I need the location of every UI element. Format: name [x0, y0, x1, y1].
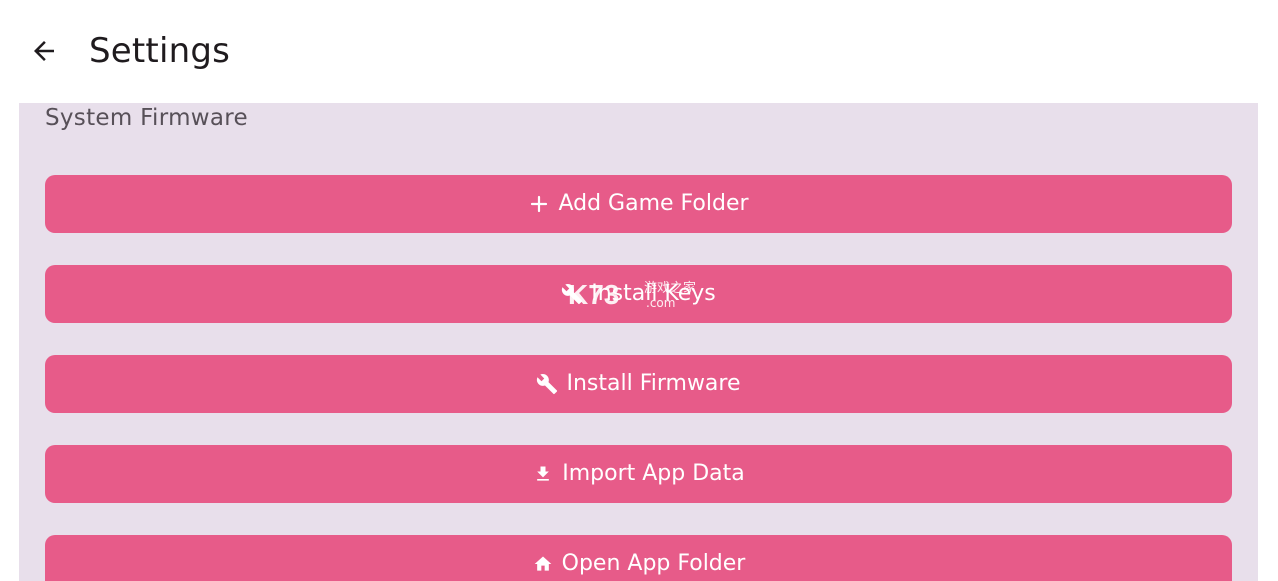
- button-label: Install Firmware: [566, 371, 741, 396]
- button-label: Install Keys: [591, 281, 716, 306]
- top-app-bar: Settings: [0, 0, 1278, 103]
- wrench-icon: [561, 283, 583, 305]
- button-content: Add Game Folder: [528, 191, 749, 217]
- home-icon: [532, 553, 554, 575]
- plus-icon: [528, 193, 550, 215]
- button-label: Import App Data: [562, 461, 745, 486]
- back-button[interactable]: [22, 29, 66, 73]
- install-firmware-button[interactable]: Install Firmware: [45, 355, 1232, 413]
- download-icon: [532, 463, 554, 485]
- button-label: Add Game Folder: [558, 191, 749, 216]
- add-game-folder-button[interactable]: Add Game Folder: [45, 175, 1232, 233]
- button-content: Install Keys: [561, 281, 716, 307]
- button-content: Install Firmware: [536, 371, 741, 397]
- import-app-data-button[interactable]: Import App Data: [45, 445, 1232, 503]
- settings-screen: Settings System Firmware Add Game Folder: [0, 0, 1278, 581]
- button-content: Import App Data: [532, 461, 745, 487]
- section-title: System Firmware: [45, 105, 248, 131]
- button-label: Open App Folder: [561, 551, 746, 576]
- settings-panel: System Firmware Add Game Folder Install: [19, 103, 1258, 581]
- wrench-icon: [536, 373, 558, 395]
- arrow-left-icon: [34, 41, 54, 61]
- install-keys-button[interactable]: Install Keys K73 游戏之家 .com: [45, 265, 1232, 323]
- open-app-folder-button[interactable]: Open App Folder: [45, 535, 1232, 581]
- button-content: Open App Folder: [532, 551, 746, 577]
- page-title: Settings: [89, 31, 231, 71]
